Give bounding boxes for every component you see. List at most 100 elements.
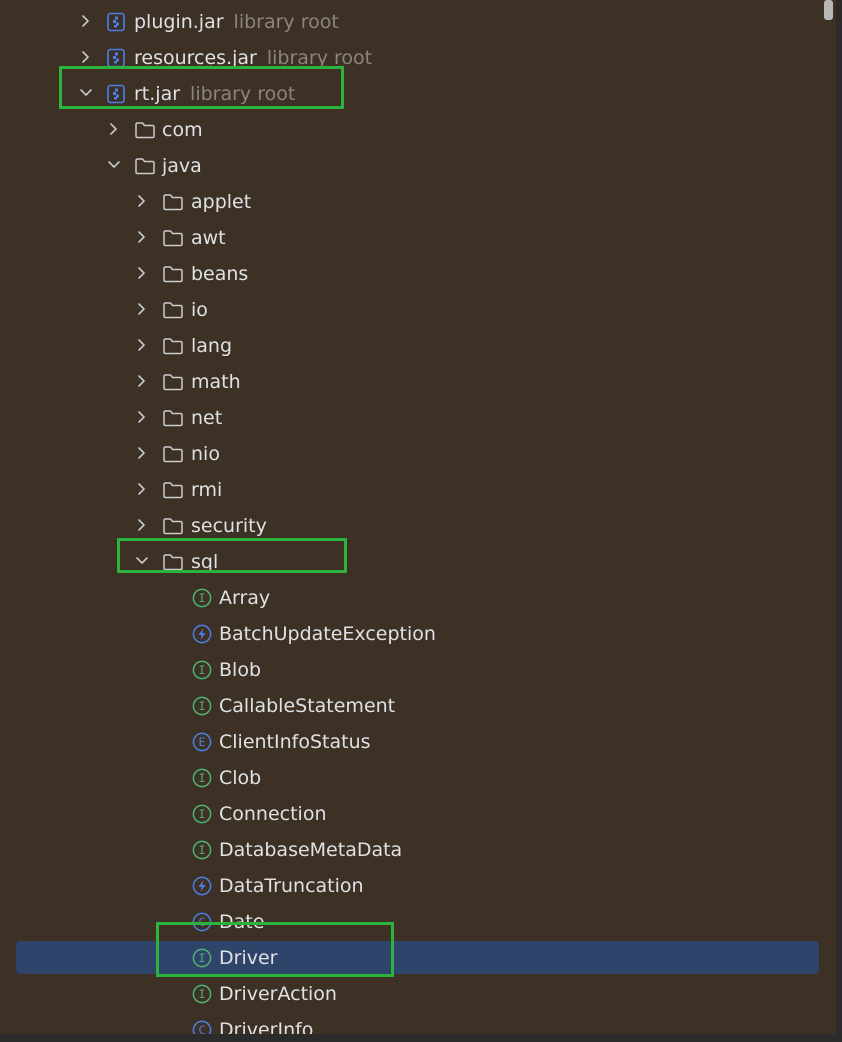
exception-icon	[191, 624, 213, 644]
interface-icon: I	[191, 804, 213, 824]
tree-node-label: rmi	[191, 479, 223, 501]
exception-icon	[191, 876, 213, 896]
chevron-right-icon[interactable]	[106, 121, 122, 137]
chevron-right-icon[interactable]	[134, 229, 150, 245]
tree-node-label: BatchUpdateException	[219, 623, 436, 645]
tree-node-sql[interactable]: sql	[0, 544, 836, 580]
folder-icon	[162, 480, 184, 500]
project-tree: plugin.jar library root resources.jar libra…	[0, 0, 836, 1034]
chevron-down-icon[interactable]	[106, 157, 122, 173]
tree-node-label: DriverAction	[219, 983, 337, 1005]
folder-icon	[134, 120, 156, 140]
folder-icon	[162, 516, 184, 536]
chevron-right-icon[interactable]	[134, 265, 150, 281]
tree-node-label: Clob	[219, 767, 262, 789]
tree-node-label: nio	[191, 443, 220, 465]
folder-icon	[162, 336, 184, 356]
tree-node-label: ClientInfoStatus	[219, 731, 371, 753]
tree-node-lang[interactable]: lang	[0, 328, 836, 364]
vertical-scrollbar-thumb[interactable]	[824, 0, 833, 20]
tree-node-clientinfostatus[interactable]: E ClientInfoStatus	[0, 724, 836, 760]
folder-icon	[162, 300, 184, 320]
chevron-down-icon[interactable]	[134, 553, 150, 569]
interface-icon: I	[191, 948, 213, 968]
tree-node-date[interactable]: C Date	[0, 904, 836, 940]
tree-node-datatruncation[interactable]: DataTruncation	[0, 868, 836, 904]
tree-node-rt-jar[interactable]: rt.jar library root	[0, 76, 836, 112]
chevron-right-icon[interactable]	[134, 445, 150, 461]
svg-text:C: C	[199, 1023, 206, 1034]
tree-node-nio[interactable]: nio	[0, 436, 836, 472]
folder-icon	[162, 552, 184, 572]
tree-node-label: DatabaseMetaData	[219, 839, 403, 861]
folder-icon	[162, 264, 184, 284]
tree-node-connection[interactable]: I Connection	[0, 796, 836, 832]
library-root-hint: library root	[266, 47, 373, 69]
tree-node-driverinfo[interactable]: C DriverInfo	[0, 1012, 836, 1034]
tree-node-label: awt	[191, 227, 226, 249]
tree-node-java[interactable]: java	[0, 148, 836, 184]
tree-node-rmi[interactable]: rmi	[0, 472, 836, 508]
svg-text:I: I	[199, 951, 206, 965]
interface-icon: I	[191, 696, 213, 716]
tree-node-label: plugin.jar	[134, 11, 224, 33]
tree-node-plugin-jar[interactable]: plugin.jar library root	[0, 4, 836, 40]
tree-node-label: math	[191, 371, 241, 393]
tree-node-callablestatement[interactable]: I CallableStatement	[0, 688, 836, 724]
tree-node-clob[interactable]: I Clob	[0, 760, 836, 796]
interface-icon: I	[191, 840, 213, 860]
tree-node-io[interactable]: io	[0, 292, 836, 328]
folder-icon	[134, 156, 156, 176]
chevron-right-icon[interactable]	[134, 517, 150, 533]
jar-icon	[105, 84, 127, 104]
tree-node-batchupdateexception[interactable]: BatchUpdateException	[0, 616, 836, 652]
tree-node-math[interactable]: math	[0, 364, 836, 400]
tree-node-label: CallableStatement	[219, 695, 396, 717]
chevron-right-icon[interactable]	[78, 13, 94, 29]
chevron-right-icon[interactable]	[134, 193, 150, 209]
tree-node-label: DataTruncation	[219, 875, 364, 897]
tree-node-databasemetadata[interactable]: I DatabaseMetaData	[0, 832, 836, 868]
tree-node-driver[interactable]: I Driver	[0, 940, 836, 976]
chevron-right-icon[interactable]	[78, 49, 94, 65]
tree-node-blob[interactable]: I Blob	[0, 652, 836, 688]
chevron-right-icon[interactable]	[134, 409, 150, 425]
svg-text:I: I	[199, 591, 206, 605]
tree-node-label: java	[162, 155, 202, 177]
interface-icon: I	[191, 660, 213, 680]
tree-node-net[interactable]: net	[0, 400, 836, 436]
tree-node-label: com	[162, 119, 203, 141]
tree-node-awt[interactable]: awt	[0, 220, 836, 256]
class-icon: C	[191, 912, 213, 932]
interface-icon: I	[191, 588, 213, 608]
folder-icon	[162, 372, 184, 392]
enum-icon: E	[191, 732, 213, 752]
chevron-down-icon[interactable]	[78, 85, 94, 101]
tree-node-label: applet	[191, 191, 252, 213]
panel-bottom-border	[0, 1034, 842, 1042]
tree-node-label: beans	[191, 263, 249, 285]
svg-text:I: I	[199, 987, 206, 1001]
svg-text:I: I	[199, 843, 206, 857]
chevron-right-icon[interactable]	[134, 373, 150, 389]
chevron-right-icon[interactable]	[134, 301, 150, 317]
tree-node-beans[interactable]: beans	[0, 256, 836, 292]
svg-text:I: I	[199, 663, 206, 677]
tree-node-label: sql	[191, 551, 219, 573]
tree-node-applet[interactable]: applet	[0, 184, 836, 220]
tree-node-label: DriverInfo	[219, 1019, 314, 1034]
chevron-right-icon[interactable]	[134, 481, 150, 497]
tree-node-security[interactable]: security	[0, 508, 836, 544]
tree-node-resources-jar[interactable]: resources.jar library root	[0, 40, 836, 76]
tree-node-driveraction[interactable]: I DriverAction	[0, 976, 836, 1012]
svg-text:C: C	[199, 915, 206, 929]
tree-node-label: lang	[191, 335, 233, 357]
tree-node-com[interactable]: com	[0, 112, 836, 148]
panel-right-border	[836, 0, 842, 1042]
tree-node-label: io	[191, 299, 208, 321]
tree-node-label: rt.jar	[134, 83, 181, 105]
chevron-right-icon[interactable]	[134, 337, 150, 353]
tree-node-label: Blob	[219, 659, 261, 681]
tree-node-label: security	[191, 515, 267, 537]
tree-node-array[interactable]: I Array	[0, 580, 836, 616]
